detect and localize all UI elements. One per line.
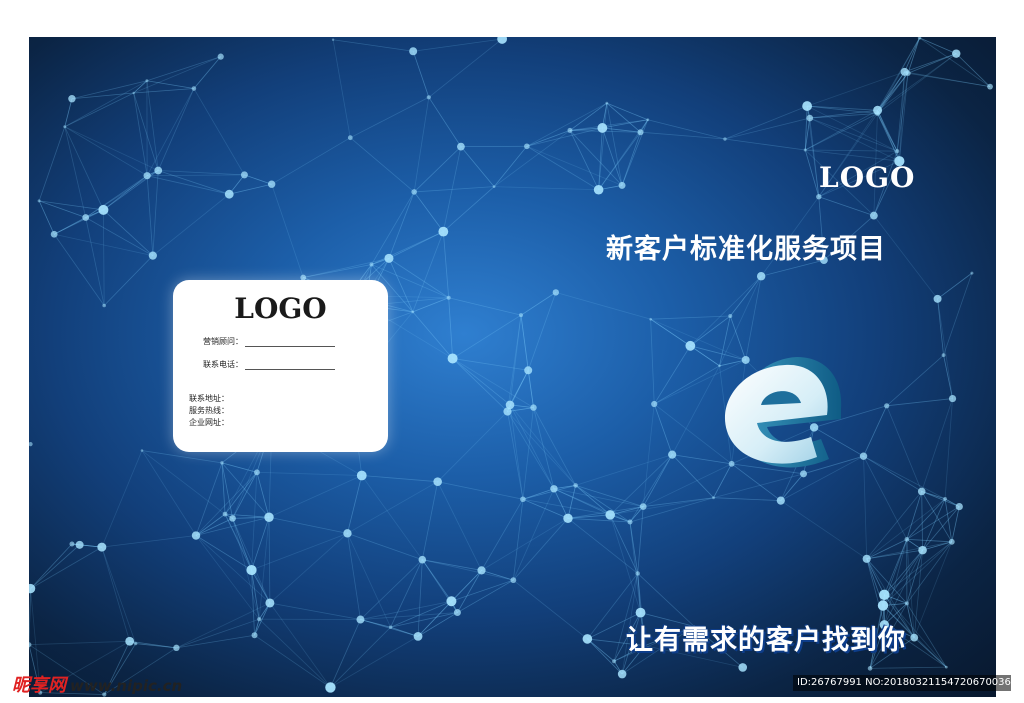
watermark-brand: 昵享网 www.nipic.cn bbox=[12, 671, 182, 697]
card-logo: LOGO bbox=[234, 292, 327, 325]
field-label: 营销顾问： bbox=[203, 337, 243, 346]
company-website-label: 企业网址： bbox=[189, 418, 229, 427]
cover-logo: LOGO bbox=[819, 161, 916, 194]
letter-e-3d-icon bbox=[724, 357, 842, 468]
marketing-consultant-field: 营销顾问： bbox=[203, 336, 335, 347]
cover-title: 新客户标准化服务项目 bbox=[606, 234, 886, 265]
watermark-site: www.nipic.cn bbox=[70, 677, 183, 695]
contact-phone-field: 联系电话： bbox=[203, 359, 335, 370]
contact-card: LOGO 营销顾问： 联系电话： 联系地址： 服务热线： 企业网址： bbox=[173, 280, 388, 452]
service-hotline-label: 服务热线： bbox=[189, 406, 229, 415]
watermark-brand-text: 昵享网 bbox=[12, 675, 66, 696]
cover-slogan: 让有需求的客户找到你 bbox=[626, 625, 906, 656]
contact-address-label: 联系地址： bbox=[189, 394, 229, 403]
field-label: 联系电话： bbox=[203, 360, 243, 369]
image-id-bar: ID:26767991 NO:20180321154720670036 bbox=[793, 675, 1011, 691]
blank-line bbox=[245, 338, 335, 347]
blank-line bbox=[245, 361, 335, 370]
